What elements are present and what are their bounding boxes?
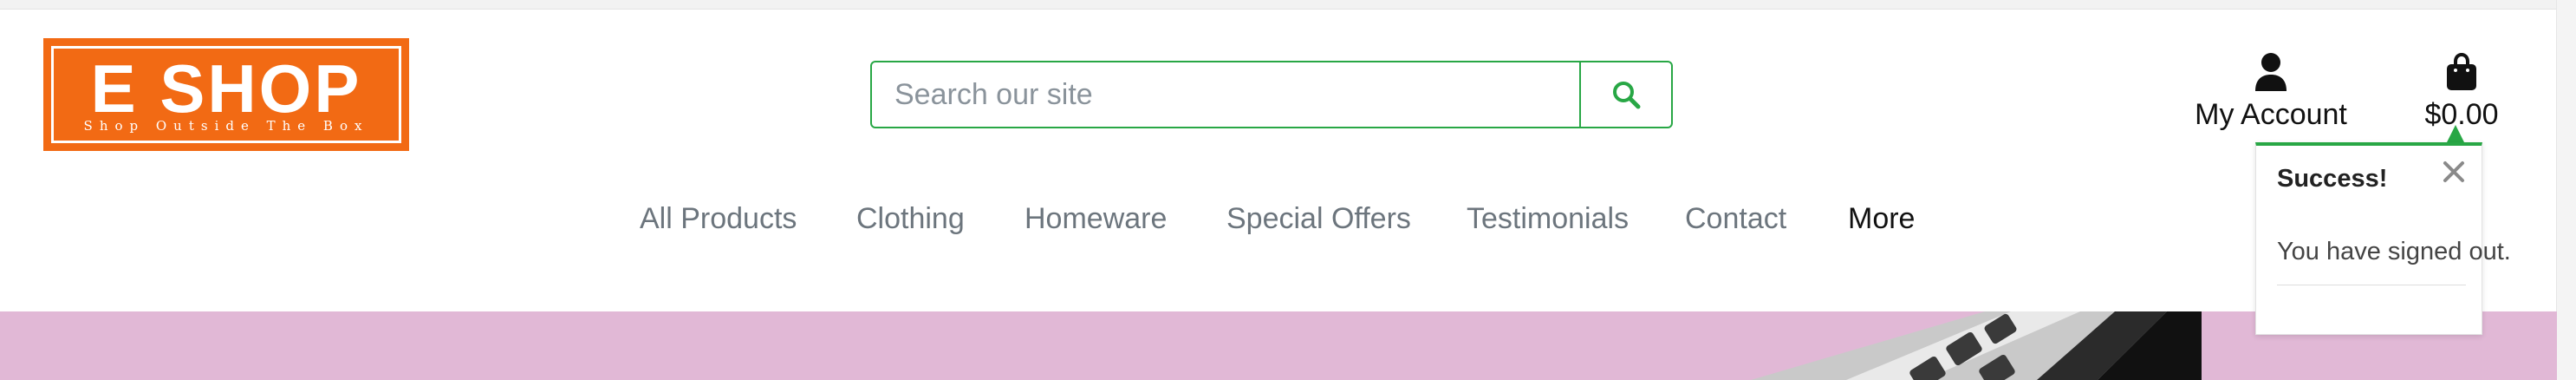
my-account-link[interactable]: My Account — [2184, 50, 2358, 132]
logo-tagline: Shop Outside The Box — [83, 118, 369, 134]
toast-message: You have signed out. — [2277, 238, 2511, 265]
toast-close-button[interactable] — [2442, 160, 2466, 188]
toast-title: Success! — [2277, 165, 2388, 193]
user-icon — [2255, 53, 2287, 91]
nav-contact[interactable]: Contact — [1685, 199, 1786, 239]
shopping-bag-icon — [2447, 53, 2476, 90]
search-icon — [1613, 82, 1641, 109]
logo-frame: E SHOP Shop Outside The Box — [51, 46, 401, 143]
nav-special-offers[interactable]: Special Offers — [1226, 199, 1411, 239]
main-navigation: All Products Clothing Homeware Special O… — [0, 199, 2557, 242]
search-form — [870, 61, 1673, 128]
cart-link[interactable]: $0.00 — [2418, 50, 2505, 132]
hero-banner — [0, 311, 2557, 380]
search-button[interactable] — [1579, 62, 1671, 127]
success-toast: Success! You have signed out. — [2255, 142, 2511, 335]
nav-homeware[interactable]: Homeware — [1025, 199, 1167, 239]
my-account-label: My Account — [2195, 98, 2347, 131]
nav-more[interactable]: More — [1848, 199, 1915, 239]
browser-top-strip — [0, 0, 2576, 10]
logo-title: E SHOP — [90, 50, 362, 127]
close-icon — [2443, 161, 2464, 182]
nav-testimonials[interactable]: Testimonials — [1467, 199, 1629, 239]
laptop-keyboard-image — [1751, 311, 2202, 380]
site-logo[interactable]: E SHOP Shop Outside The Box — [43, 38, 409, 151]
toast-pointer — [2446, 125, 2465, 144]
search-input[interactable] — [872, 62, 1579, 127]
nav-all-products[interactable]: All Products — [640, 199, 797, 239]
page-scrollbar[interactable] — [2556, 0, 2576, 380]
nav-clothing[interactable]: Clothing — [856, 199, 965, 239]
